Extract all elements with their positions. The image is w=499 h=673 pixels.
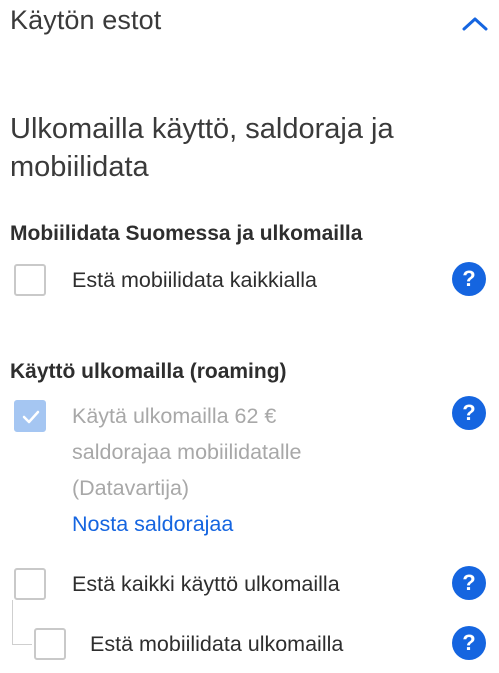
block-all-roaming-checkbox[interactable] — [14, 568, 46, 600]
option-block-roaming-data: Estä mobiilidata ulkomailla ? — [0, 626, 499, 666]
block-roaming-data-label: Estä mobiilidata ulkomailla — [90, 632, 344, 656]
help-icon[interactable]: ? — [452, 626, 486, 660]
block-mobile-data-everywhere-checkbox[interactable] — [14, 264, 46, 296]
datavartija-label: Käytä ulkomailla 62 € saldorajaa mobiili… — [72, 404, 302, 500]
group-title-roaming: Käyttö ulkomailla (roaming) — [10, 360, 287, 383]
option-block-all-roaming: Estä kaikki käyttö ulkomailla ? — [0, 566, 499, 606]
option-block-mobile-data-everywhere: Estä mobiilidata kaikkialla ? — [0, 262, 499, 302]
section-title: Käytön estot — [10, 5, 162, 35]
block-all-roaming-label: Estä kaikki käyttö ulkomailla — [72, 572, 340, 596]
help-icon[interactable]: ? — [452, 396, 486, 430]
block-mobile-data-everywhere-label: Estä mobiilidata kaikkialla — [72, 268, 317, 292]
check-icon — [22, 410, 40, 424]
group-title-mobile-data: Mobiilidata Suomessa ja ulkomailla — [10, 222, 363, 245]
raise-balance-limit-link[interactable]: Nosta saldorajaa — [72, 512, 233, 537]
section-header[interactable]: Käytön estot — [0, 0, 499, 48]
datavartija-checkbox[interactable] — [14, 400, 46, 432]
chevron-up-icon[interactable] — [458, 10, 492, 36]
help-icon[interactable]: ? — [452, 262, 486, 296]
page-subtitle: Ulkomailla käyttö, saldoraja ja mobiilid… — [10, 113, 394, 183]
help-icon[interactable]: ? — [452, 566, 486, 600]
option-datavartija: Käytä ulkomailla 62 € saldorajaa mobiili… — [0, 396, 499, 538]
block-roaming-data-checkbox[interactable] — [34, 628, 66, 660]
